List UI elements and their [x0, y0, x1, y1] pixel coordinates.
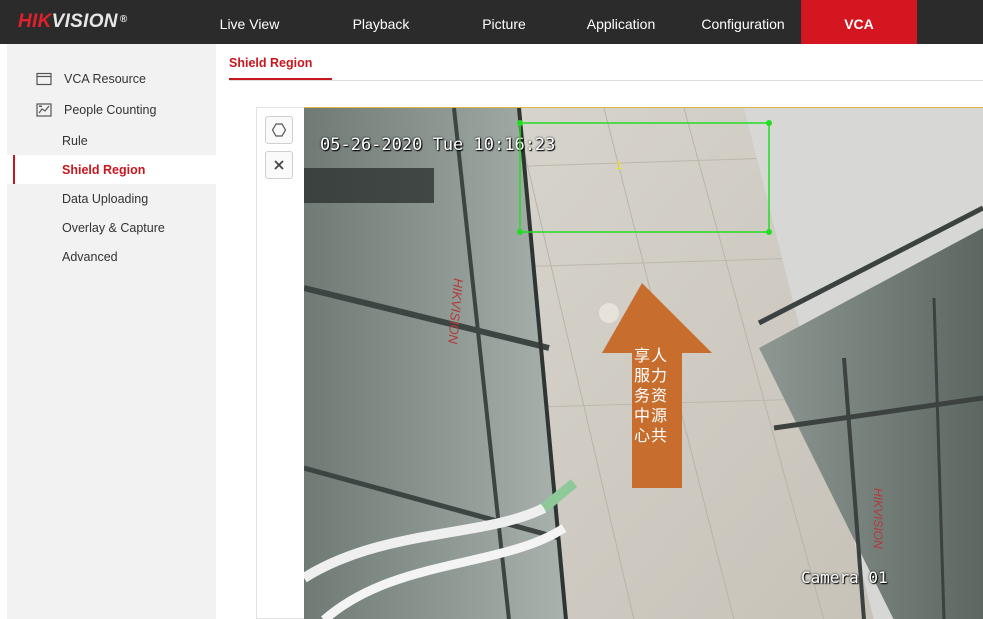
hexagon-draw-icon	[271, 123, 287, 137]
hikvision-logo: HIK VISION ®	[18, 0, 128, 44]
close-icon	[274, 160, 284, 170]
sidebar: VCA Resource People Counting Rule Shield…	[7, 44, 216, 619]
nav-picture[interactable]: Picture	[470, 0, 538, 44]
tab-divider	[229, 80, 983, 81]
region-handle[interactable]	[517, 229, 523, 235]
shield-region-number: 1	[616, 160, 623, 172]
live-video-preview[interactable]: HIKVISION HIKVISION 享人服力务资中源心共 05-26-202…	[304, 107, 983, 619]
region-handle[interactable]	[766, 120, 772, 126]
nav-live-view[interactable]: Live View	[214, 0, 285, 44]
people-counting-icon	[36, 102, 52, 117]
nav-playback[interactable]: Playback	[339, 0, 423, 44]
logo-registered-mark: ®	[119, 13, 128, 25]
region-handle[interactable]	[517, 120, 523, 126]
sidebar-item-label: Advanced	[62, 249, 118, 264]
sidebar-item-label: Shield Region	[62, 162, 146, 177]
sidebar-item-people-counting[interactable]: People Counting	[7, 95, 216, 124]
top-navigation-bar: HIK VISION ® Live View Playback Picture Ap…	[0, 0, 983, 44]
window-icon	[36, 72, 52, 85]
nav-configuration[interactable]: Configuration	[692, 0, 794, 44]
sidebar-item-vca-resource[interactable]: VCA Resource	[7, 64, 216, 93]
draw-area-button[interactable]	[265, 116, 293, 144]
sidebar-item-advanced[interactable]: Advanced	[7, 242, 216, 271]
sidebar-item-data-uploading[interactable]: Data Uploading	[7, 184, 216, 213]
clear-area-button[interactable]	[265, 151, 293, 179]
sidebar-item-shield-region[interactable]: Shield Region	[7, 155, 216, 184]
sidebar-item-label: People Counting	[64, 102, 157, 117]
logo-text-white: VISION	[51, 11, 118, 32]
sidebar-item-overlay-capture[interactable]: Overlay & Capture	[7, 213, 216, 242]
nav-application[interactable]: Application	[580, 0, 662, 44]
sidebar-item-label: VCA Resource	[64, 71, 146, 86]
sidebar-item-label: Data Uploading	[62, 191, 149, 206]
logo-text-red: HIK	[18, 11, 52, 32]
shield-region-overlay[interactable]	[304, 108, 983, 619]
sidebar-item-rule[interactable]: Rule	[7, 126, 216, 155]
drawing-toolbar	[256, 107, 304, 619]
region-handle[interactable]	[766, 229, 772, 235]
nav-vca[interactable]: VCA	[801, 0, 917, 44]
sidebar-item-label: Rule	[62, 133, 88, 148]
sidebar-item-label: Overlay & Capture	[62, 220, 165, 235]
